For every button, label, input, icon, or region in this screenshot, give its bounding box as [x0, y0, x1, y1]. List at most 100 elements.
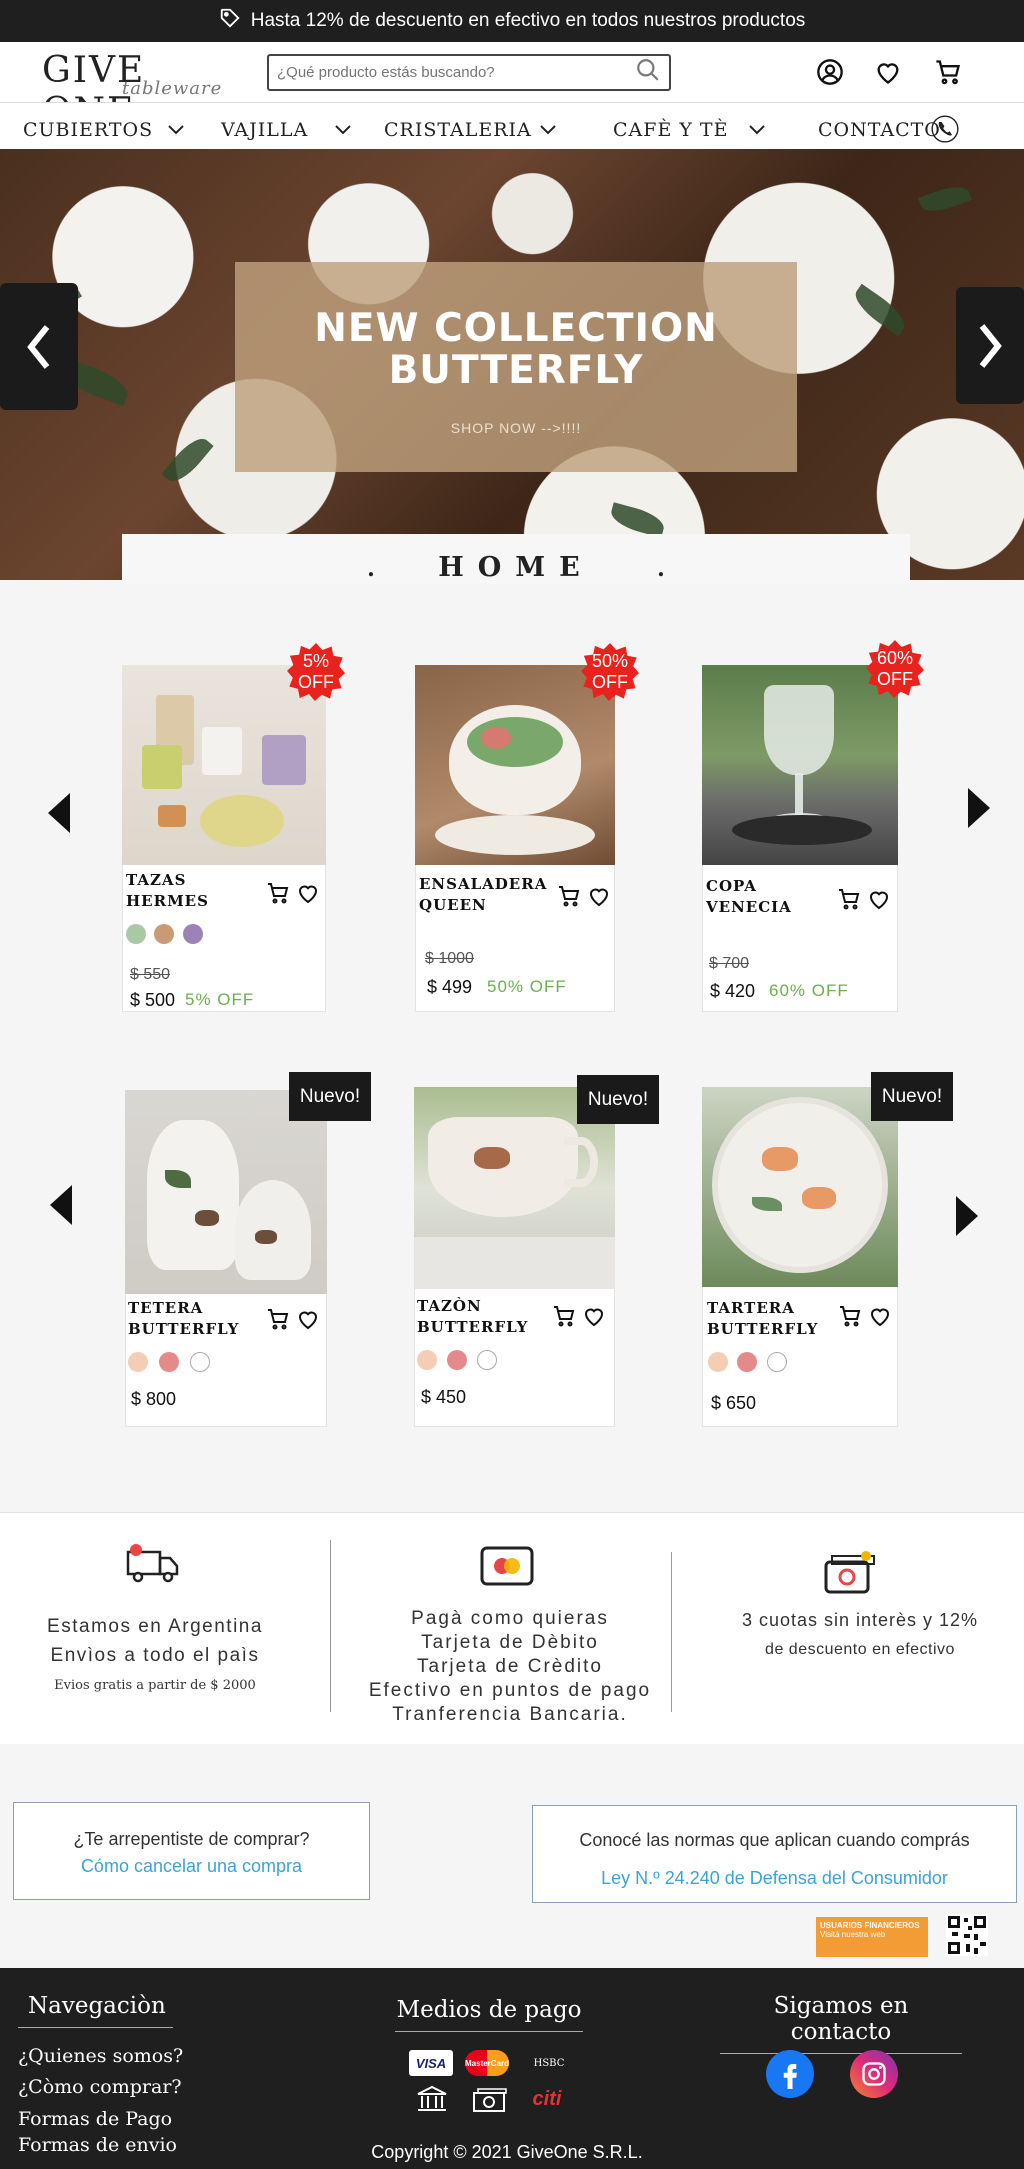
product-name[interactable]: ENSALADERA QUEEN: [419, 874, 547, 916]
color-swatch[interactable]: [767, 1352, 787, 1372]
facebook-icon[interactable]: [766, 2050, 814, 2098]
color-swatch[interactable]: [737, 1352, 757, 1372]
color-swatch[interactable]: [128, 1352, 148, 1372]
carousel-next-icon[interactable]: [966, 788, 990, 828]
feature-line: Estamos en Argentina: [47, 1616, 263, 1637]
hero-title-line2: BUTTERFLY: [388, 348, 644, 393]
hsbc-logo: HSBC: [533, 2057, 565, 2069]
product-image[interactable]: [702, 665, 898, 865]
color-swatch[interactable]: [417, 1350, 437, 1370]
hero-next-button[interactable]: [956, 287, 1024, 404]
promo-bar: Hasta 12% de descuento en efectivo en to…: [0, 0, 1024, 42]
search-input[interactable]: [277, 64, 635, 81]
instagram-icon[interactable]: [850, 2050, 898, 2098]
consumer-law-link[interactable]: Ley N.º 24.240 de Defensa del Consumidor: [533, 1868, 1016, 1889]
color-swatch[interactable]: [183, 924, 203, 944]
mastercard-logo: MasterCard: [465, 2050, 509, 2076]
add-to-cart-icon[interactable]: [266, 881, 290, 905]
banner-sub: Visitá nuestra web: [820, 1930, 886, 1939]
cash-payment-icon: [473, 2088, 507, 2112]
feature-line: Tarjeta de Crèdito: [417, 1656, 603, 1677]
heart-icon[interactable]: [872, 56, 904, 88]
usuarios-financieros-banner[interactable]: USUARIOS FINANCIEROS Visitá nuestra web: [816, 1917, 928, 1957]
product-name[interactable]: TETERA BUTTERFLY: [128, 1298, 239, 1340]
wishlist-icon[interactable]: [582, 1304, 606, 1328]
title-dot: .: [367, 556, 375, 582]
chevron-down-icon[interactable]: [333, 121, 353, 139]
wishlist-icon[interactable]: [296, 1307, 320, 1331]
nav-item-cristaleria[interactable]: CRISTALERIA: [384, 116, 532, 144]
name-line: COPA: [706, 877, 757, 895]
wishlist-icon[interactable]: [587, 884, 611, 908]
user-icon[interactable]: [814, 56, 846, 88]
credit-card-icon: [480, 1546, 534, 1586]
product-image[interactable]: [122, 665, 326, 865]
footer-link-como-comprar[interactable]: ¿Còmo comprar?: [18, 2076, 182, 2098]
nav-label: CUBIERTOS: [23, 119, 154, 141]
promo-text: Hasta 12% de descuento en efectivo en to…: [250, 10, 806, 31]
product-name[interactable]: TAZAS HERMES: [126, 870, 209, 912]
product-actions: [552, 1304, 606, 1328]
home-title: HOME: [438, 552, 594, 583]
add-to-cart-icon[interactable]: [837, 887, 861, 911]
nav-item-contacto[interactable]: CONTACTO: [818, 116, 941, 144]
color-swatch[interactable]: [447, 1350, 467, 1370]
product-actions: [266, 881, 320, 905]
price: $ 499: [427, 977, 473, 997]
cancel-purchase-box: ¿Te arrepentiste de comprar? Cómo cancel…: [13, 1802, 370, 1900]
chevron-right-icon: [979, 323, 1002, 368]
nav-item-vajilla[interactable]: VAJILLA: [221, 116, 308, 144]
wishlist-icon[interactable]: [868, 1304, 892, 1328]
color-swatch[interactable]: [708, 1352, 728, 1372]
name-line: HERMES: [126, 892, 209, 910]
badge-off: OFF: [877, 669, 913, 689]
chevron-down-icon[interactable]: [747, 121, 767, 139]
name-line: ENSALADERA: [419, 875, 548, 893]
carousel-prev-icon[interactable]: [50, 1185, 74, 1225]
product-name[interactable]: TARTERA BUTTERFLY: [707, 1298, 818, 1340]
color-swatch[interactable]: [190, 1352, 210, 1372]
wishlist-icon[interactable]: [296, 881, 320, 905]
hero-title-line1: NEW COLLECTION: [314, 306, 718, 351]
add-to-cart-icon[interactable]: [266, 1307, 290, 1331]
nav-item-cafe-y-te[interactable]: CAFÈ Y TÈ: [613, 116, 728, 144]
phone-icon[interactable]: [931, 115, 959, 143]
product-image[interactable]: [415, 665, 615, 865]
cart-icon[interactable]: [932, 56, 964, 88]
add-to-cart-icon[interactable]: [552, 1304, 576, 1328]
add-to-cart-icon[interactable]: [838, 1304, 862, 1328]
product-image[interactable]: [702, 1087, 898, 1287]
cancel-purchase-link[interactable]: Cómo cancelar una compra: [14, 1856, 369, 1877]
color-swatch[interactable]: [477, 1350, 497, 1370]
footer-link-quienes-somos[interactable]: ¿Quienes somos?: [18, 2045, 183, 2067]
truck-icon: [126, 1544, 179, 1583]
footer-nav-title: Navegaciòn: [18, 1993, 173, 2028]
old-price: $ 700: [709, 955, 750, 972]
add-to-cart-icon[interactable]: [557, 884, 581, 908]
nav-item-cubiertos[interactable]: CUBIERTOS: [23, 116, 153, 144]
footer-payments-title: Medios de pago: [395, 1997, 583, 2032]
price: $ 420: [710, 981, 756, 1001]
carousel-prev-icon[interactable]: [48, 793, 72, 833]
color-swatch[interactable]: [154, 924, 174, 944]
carousel-next-icon[interactable]: [954, 1196, 978, 1236]
color-swatch[interactable]: [126, 924, 146, 944]
product-actions: [837, 887, 891, 911]
hero-title: NEW COLLECTION BUTTERFLY: [235, 308, 797, 392]
logo[interactable]: GIVE ONE tableware: [42, 50, 222, 132]
footer-social-title: Sigamos en contacto: [720, 1993, 962, 2054]
footer-link-formas-de-pago[interactable]: Formas de Pago: [18, 2108, 172, 2130]
product-actions: [838, 1304, 892, 1328]
chevron-down-icon[interactable]: [166, 121, 186, 139]
wishlist-icon[interactable]: [867, 887, 891, 911]
divider: [330, 1540, 331, 1712]
color-swatch[interactable]: [159, 1352, 179, 1372]
product-name[interactable]: COPA VENECIA: [706, 876, 792, 918]
search-icon[interactable]: [635, 57, 661, 88]
cash-icon: [824, 1551, 875, 1594]
chevron-down-icon[interactable]: [538, 121, 558, 139]
shop-now-link[interactable]: SHOP NOW -->!!!!: [235, 420, 797, 436]
qr-code-icon[interactable]: [946, 1914, 988, 1956]
hero-prev-button[interactable]: [0, 283, 78, 410]
product-name[interactable]: TAZÒN BUTTERFLY: [417, 1296, 528, 1338]
